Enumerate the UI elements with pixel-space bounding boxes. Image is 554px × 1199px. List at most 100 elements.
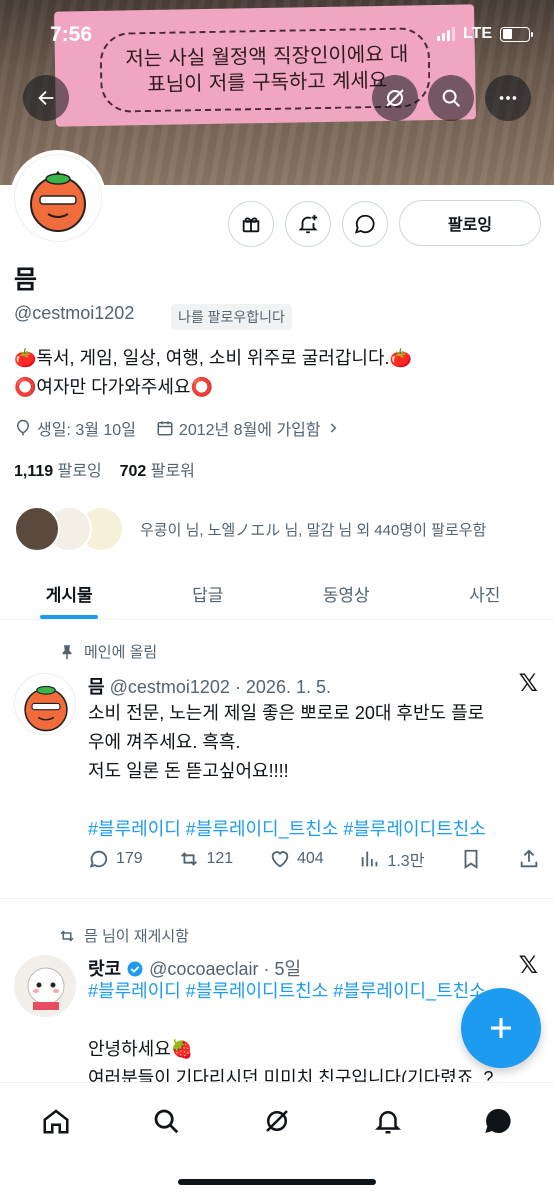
chat-bubble-icon [485, 1108, 511, 1133]
following-button[interactable]: 팔로잉 [399, 200, 541, 246]
chevron-right-icon [330, 423, 336, 433]
more-button[interactable] [485, 75, 531, 121]
bookmark-button[interactable] [460, 847, 482, 871]
follow-counts: 1,119 팔로잉 702 팔로워 [14, 457, 195, 481]
post-line: 소비 전문, 노는게 제일 좋은 뽀로로 20대 후반도 플로 [88, 703, 485, 723]
arrow-left-icon [38, 90, 54, 106]
followers-count: 702 [119, 463, 147, 480]
compose-button[interactable] [461, 988, 541, 1068]
status-bar: 7:56 LTE [0, 0, 554, 60]
repost-icon [181, 852, 198, 866]
x-logo-icon: 𝕏 [518, 952, 538, 979]
tomato-character-icon [24, 685, 68, 732]
joined-item[interactable]: 2012년 8월에 가입함 [156, 416, 340, 440]
calendar-icon [157, 421, 173, 436]
post-line: 우에 껴주세요. 흑흑. [88, 732, 241, 752]
repost-button[interactable]: 121 [178, 847, 233, 871]
tab-replies[interactable]: 답글 [139, 568, 278, 619]
post-author-name[interactable]: 믐 [88, 677, 105, 697]
pinned-label: 메인에 올림 [84, 644, 158, 661]
message-button[interactable] [342, 201, 388, 247]
like-button[interactable]: 404 [269, 847, 324, 871]
bell-icon [374, 1111, 402, 1134]
notifications-subscribe-button[interactable] [285, 201, 331, 247]
tab-posts[interactable]: 게시물 [0, 568, 139, 619]
reply-icon [89, 850, 108, 868]
profile-meta: 생일: 3월 10일 2012년 8월에 가입함 [14, 416, 360, 440]
repost-label: 믐 님이 재게시함 [84, 928, 189, 945]
post-author-meta: @cocoaeclair · 5일 [149, 959, 302, 979]
repost-count: 121 [206, 850, 234, 867]
profile-avatar[interactable] [10, 150, 106, 246]
nav-search[interactable] [146, 1101, 186, 1141]
following-label: 팔로잉 [57, 463, 102, 480]
nav-messages[interactable] [478, 1101, 518, 1141]
reply-button[interactable]: 179 [88, 847, 143, 871]
post-line: 저도 일론 돈 뜯고싶어요!!!! [88, 761, 289, 781]
gift-icon [242, 217, 260, 233]
post-author-name[interactable]: 랏코 [88, 959, 121, 979]
pin-icon [62, 644, 72, 659]
birthday-item: 생일: 3월 10일 [14, 416, 136, 440]
search-button[interactable] [428, 75, 474, 121]
post-hashtags[interactable]: #블루레이디 #블루레이디_트친소 #블루레이디트친소 [88, 815, 540, 844]
views-button[interactable]: 1.3만 [359, 847, 424, 871]
search-icon [442, 89, 460, 107]
home-icon [43, 1109, 69, 1134]
post-line: 여러분들이 기다리시던 미미치 친구입니다(기다렸죠..? [88, 1068, 494, 1082]
grok-icon [266, 1110, 288, 1132]
bio-line-1: 🍅독서, 게임, 일상, 여행, 소비 위주로 굴러갑니다.🍅 [14, 348, 412, 368]
repost-icon [60, 929, 74, 942]
tab-videos[interactable]: 동영상 [277, 568, 416, 619]
profile-bio: 🍅독서, 게임, 일상, 여행, 소비 위주로 굴러갑니다.🍅 ⭕여자만 다가와… [14, 344, 412, 402]
post-author-meta: @cestmoi1202 · 2026. 1. 5. [109, 677, 331, 697]
known-follower-avatar [14, 506, 60, 552]
known-followers-text: 우콩이 님, 노엘ノエル 님, 말감 님 외 440명이 팔로우함 [140, 521, 487, 539]
reply-count: 179 [116, 850, 143, 867]
known-followers[interactable]: 우콩이 님, 노엘ノエル 님, 말감 님 외 440명이 팔로우함 [14, 506, 486, 552]
back-button[interactable] [23, 75, 69, 121]
followers-count-link[interactable]: 702 팔로워 [120, 463, 195, 480]
battery-icon [500, 26, 533, 42]
nav-notifications[interactable] [368, 1101, 408, 1141]
followers-label: 팔로워 [150, 463, 195, 480]
post-actions: 179 121 404 1.3만 [88, 847, 540, 871]
nav-grok[interactable] [257, 1101, 297, 1141]
status-right: LTE [436, 25, 533, 43]
bookmark-icon [464, 849, 478, 869]
network-label: LTE [462, 25, 492, 42]
profile-tabs: 게시물 답글 동영상 사진 [0, 568, 554, 620]
share-icon [520, 849, 538, 868]
post-avatar[interactable] [14, 955, 76, 1017]
post-avatar[interactable] [14, 673, 76, 735]
post-body: 소비 전문, 노는게 제일 좋은 뽀로로 20대 후반도 플로 우에 껴주세요.… [88, 699, 540, 844]
status-time: 7:56 [50, 23, 93, 46]
chat-bubble-icon [354, 214, 375, 234]
views-count: 1.3만 [387, 853, 425, 870]
bell-plus-icon [298, 214, 318, 234]
joined-text: 2012년 8월에 가입함 [178, 422, 321, 439]
tomato-character-icon [30, 170, 86, 232]
like-count: 404 [296, 850, 324, 867]
more-icon [499, 96, 517, 100]
tab-photos[interactable]: 사진 [416, 568, 554, 619]
verified-badge-icon [127, 961, 143, 977]
pinned-context: 메인에 올림 [58, 641, 157, 662]
grok-icon [386, 89, 404, 107]
share-button[interactable] [518, 847, 540, 871]
post-pinned[interactable]: 메인에 올림 믐 @cestmoi1202 · 2026. 1. 5. 𝕏 소비… [0, 621, 554, 899]
x-logo-icon: 𝕏 [518, 670, 538, 697]
nav-home[interactable] [36, 1101, 76, 1141]
grok-button[interactable] [372, 75, 418, 121]
plus-icon [491, 1018, 511, 1038]
chart-icon [362, 851, 378, 867]
subscribe-gift-button[interactable] [228, 201, 274, 247]
profile-handle: @cestmoi1202 [14, 303, 135, 323]
home-indicator [178, 1179, 376, 1185]
repost-context: 믐 님이 재게시함 [58, 925, 189, 946]
profile-name: 믐 [14, 266, 38, 294]
search-icon [154, 1109, 179, 1134]
birthday-text: 생일: 3월 10일 [37, 422, 136, 439]
following-count: 1,119 [14, 463, 54, 480]
following-count-link[interactable]: 1,119 팔로잉 [14, 463, 102, 480]
